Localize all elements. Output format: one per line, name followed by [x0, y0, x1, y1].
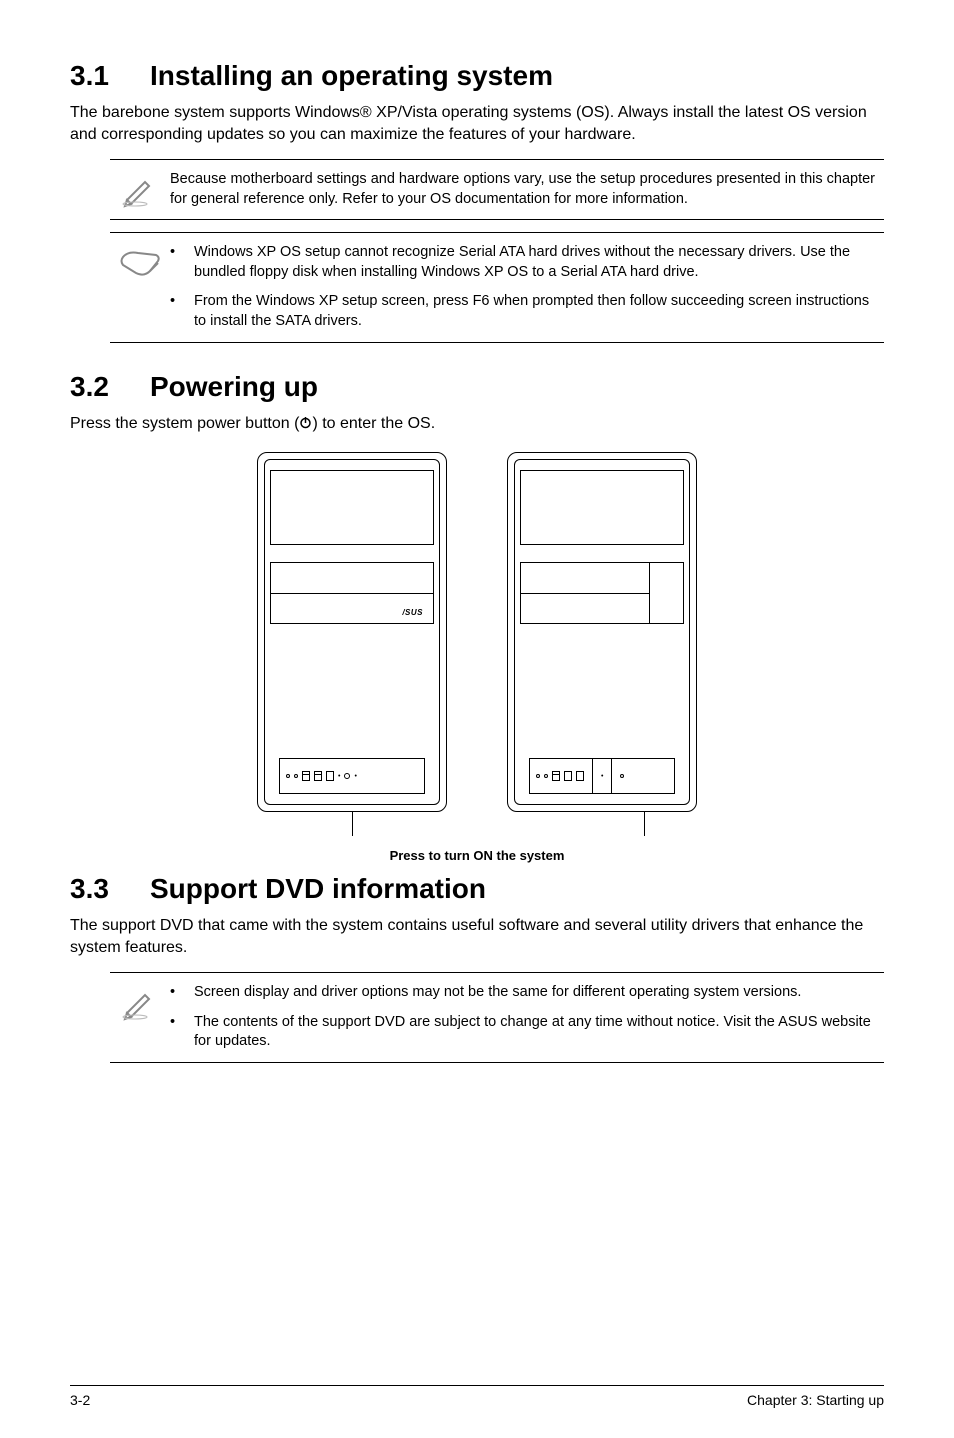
power-icon: [299, 414, 312, 427]
heading-title: Support DVD information: [150, 873, 486, 904]
figure-caption: Press to turn ON the system: [70, 848, 884, 863]
front-io-panel: •: [529, 758, 675, 794]
pointing-hand-icon: [110, 243, 170, 283]
heading-number: 3.3: [70, 873, 150, 905]
note-list-item: •The contents of the support DVD are sub…: [170, 1013, 884, 1052]
section-3-3-paragraph: The support DVD that came with the syste…: [70, 915, 884, 958]
pencil-icon: [110, 983, 170, 1021]
tower-front-view-1: /SUS • •: [257, 452, 447, 812]
heading-number: 3.1: [70, 60, 150, 92]
page-number: 3-2: [70, 1392, 90, 1408]
heading-title: Installing an operating system: [150, 60, 553, 91]
heading-3-2: 3.2Powering up: [70, 371, 884, 403]
front-io-panel: • •: [279, 758, 425, 794]
callout-line: [644, 812, 645, 836]
note-block-pencil-1: Because motherboard settings and hardwar…: [110, 159, 884, 220]
note-item-text: From the Windows XP setup screen, press …: [194, 292, 884, 331]
section-3-1-paragraph: The barebone system supports Windows® XP…: [70, 102, 884, 145]
chapter-label: Chapter 3: Starting up: [747, 1392, 884, 1408]
heading-3-1: 3.1Installing an operating system: [70, 60, 884, 92]
heading-number: 3.2: [70, 371, 150, 403]
heading-3-3: 3.3Support DVD information: [70, 873, 884, 905]
note-item-text: The contents of the support DVD are subj…: [194, 1013, 884, 1052]
tower-figures: /SUS • • •: [70, 452, 884, 812]
asus-logo: /SUS: [402, 608, 423, 617]
callout-line: [352, 812, 353, 836]
tower-front-view-2: •: [507, 452, 697, 812]
heading-title: Powering up: [150, 371, 318, 402]
note-list-item: •Windows XP OS setup cannot recognize Se…: [170, 243, 884, 282]
pencil-icon: [110, 170, 170, 208]
note-item-text: Screen display and driver options may no…: [194, 983, 884, 1003]
note-text: Because motherboard settings and hardwar…: [170, 170, 884, 209]
para-part-b: ) to enter the OS.: [312, 415, 435, 432]
note-item-text: Windows XP OS setup cannot recognize Ser…: [194, 243, 884, 282]
note-list-item: •From the Windows XP setup screen, press…: [170, 292, 884, 331]
note-block-pencil-2: •Screen display and driver options may n…: [110, 972, 884, 1063]
note-list-item: •Screen display and driver options may n…: [170, 983, 884, 1003]
para-part-a: Press the system power button (: [70, 415, 299, 432]
note-list: •Windows XP OS setup cannot recognize Se…: [170, 243, 884, 331]
section-3-2-paragraph: Press the system power button ( ) to ente…: [70, 413, 884, 435]
page-footer: 3-2 Chapter 3: Starting up: [70, 1385, 884, 1408]
note-block-hand: •Windows XP OS setup cannot recognize Se…: [110, 232, 884, 342]
note-list: •Screen display and driver options may n…: [170, 983, 884, 1052]
